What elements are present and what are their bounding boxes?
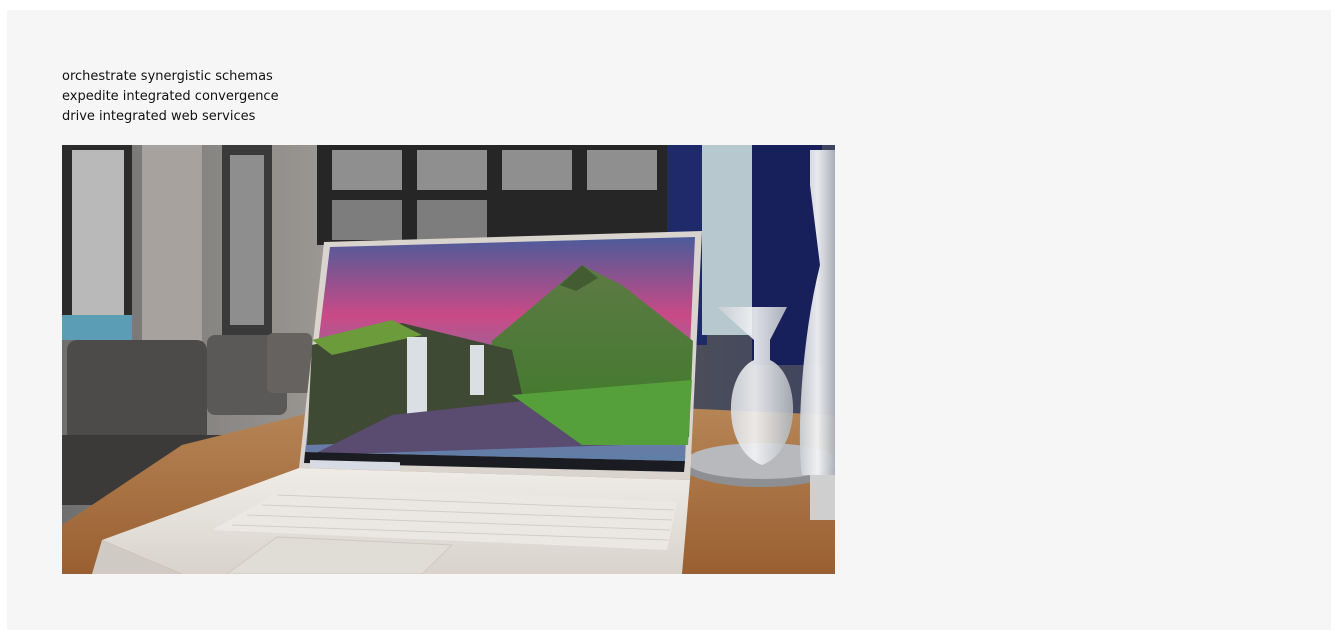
content-panel: orchestrate synergistic schemas expedite… xyxy=(7,10,1331,630)
text-list: orchestrate synergistic schemas expedite… xyxy=(62,67,279,127)
laptop-photo xyxy=(62,145,835,574)
laptop-photo-illustration xyxy=(62,145,835,574)
text-line-3: drive integrated web services xyxy=(62,109,256,124)
text-line-1: orchestrate synergistic schemas xyxy=(62,69,273,84)
text-line-2: expedite integrated convergence xyxy=(62,89,279,104)
